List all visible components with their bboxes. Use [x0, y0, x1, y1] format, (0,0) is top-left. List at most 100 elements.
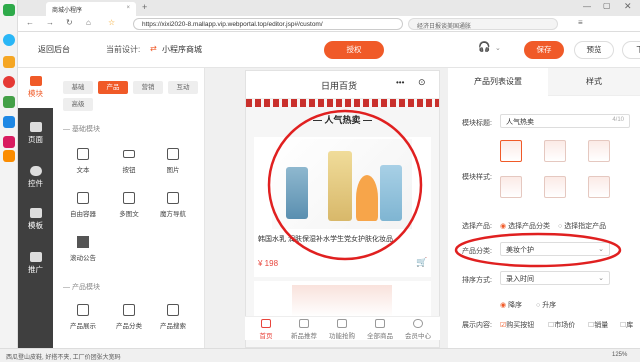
radio-desc[interactable]: ◉ 降序 [500, 300, 522, 310]
widget-free-container[interactable]: 自由容器 [63, 192, 103, 218]
widget-multi-image-text[interactable]: 多图文 [109, 192, 149, 218]
sidebar-app-icon[interactable] [3, 34, 15, 46]
style-option-2[interactable] [544, 140, 566, 162]
style-option-4[interactable] [500, 176, 522, 198]
close-window-icon[interactable]: ✕ [624, 1, 632, 12]
sidebar-app-icon[interactable] [3, 136, 15, 148]
tab-marketing[interactable]: 营销 [133, 81, 163, 94]
bottom-tab-flash-sale[interactable]: 功能抢购 [323, 319, 361, 340]
reload-icon[interactable]: ↻ [66, 18, 73, 27]
home-icon[interactable]: ⌂ [86, 18, 91, 27]
phone-preview: 日用百货 ••• ⊙ — 人气热卖 — 韩国水乳 润肤保湿补水学生党女护肤化妆品… [245, 70, 440, 348]
save-button[interactable]: 保存 [524, 41, 564, 59]
widget-panel: 基础 产品 营销 互动 高级 — 基础模块 文本 按钮 图片 自由容器 多图文 … [53, 68, 205, 348]
sort-select[interactable]: 录入时间 ⌄ [500, 271, 610, 285]
browser-logo-icon[interactable] [3, 4, 15, 16]
module-style-label: 模块样式: [462, 174, 492, 181]
chevron-down-icon[interactable]: ⌄ [495, 44, 501, 52]
nav-modules[interactable]: 模块 [18, 68, 53, 108]
publish-button[interactable]: 授权 [324, 41, 384, 59]
phone-bottom-nav: 首页 新品推荐 功能抢购 全部商品 会员中心 [245, 316, 440, 340]
nav-templates[interactable]: 模板 [18, 208, 53, 231]
tab-product-list-settings[interactable]: 产品列表设置 [448, 68, 548, 96]
star-icon[interactable]: ☆ [108, 18, 115, 27]
support-icon[interactable]: 🎧 [478, 42, 490, 53]
search-field[interactable]: 经济日报谈美国通胀 [408, 18, 558, 30]
tab-label: 新品推荐 [291, 333, 317, 340]
maximize-icon[interactable]: ▢ [603, 1, 611, 10]
tab-advanced[interactable]: 高级 [63, 98, 93, 111]
nav-promotion[interactable]: 推广 [18, 252, 53, 275]
sidebar-app-icon[interactable] [3, 150, 15, 162]
nav-pages[interactable]: 页面 [18, 122, 53, 145]
radio-checked-icon: ◉ [500, 302, 507, 309]
section-product-title: — 产品模块 [63, 284, 100, 291]
minimize-icon[interactable]: — [583, 2, 591, 11]
module-title-input[interactable]: 人气热卖 4/10 [500, 114, 630, 128]
widget-scroll-notice[interactable]: 滚动公告 [63, 236, 103, 262]
widget-product-category[interactable]: 产品分类 [109, 304, 149, 330]
nav-controls[interactable]: 控件 [18, 166, 53, 189]
toggle-icon [29, 166, 42, 176]
widget-cube-nav[interactable]: 魔方导航 [153, 192, 193, 218]
bottom-tab-all-products[interactable]: 全部商品 [361, 319, 399, 340]
menu-icon[interactable]: ≡ [578, 18, 583, 27]
banner-strip [246, 99, 439, 107]
forward-icon[interactable]: → [46, 18, 54, 27]
checkbox-sales[interactable]: ☐销量 [588, 320, 608, 330]
tab-style[interactable]: 样式 [548, 68, 640, 96]
nav-label: 模板 [28, 221, 43, 230]
style-option-1[interactable] [500, 140, 522, 162]
bottom-tab-member[interactable]: 会员中心 [399, 319, 437, 340]
style-option-3[interactable] [588, 140, 610, 162]
checkbox-buy-button[interactable]: ☑购买按钮 [500, 320, 534, 330]
widget-label: 魔方导航 [160, 211, 186, 218]
widget-text[interactable]: 文本 [63, 148, 103, 174]
status-text: 西瓜登山皮鞋, 好搭不夹, 工厂价团张大宽码 [6, 355, 121, 361]
close-icon[interactable]: × [126, 5, 130, 11]
sidebar-app-icon[interactable] [3, 96, 15, 108]
widget-image[interactable]: 图片 [153, 148, 193, 174]
chevron-down-icon: ⌄ [598, 275, 604, 282]
checkbox-stock[interactable]: ☐库 [620, 320, 633, 330]
back-to-admin-link[interactable]: 返回后台 [38, 44, 70, 55]
widget-product-search[interactable]: 产品搜索 [153, 304, 193, 330]
design-selector-icon[interactable]: ⇄ [150, 44, 157, 53]
browser-tab[interactable]: 商城小程序 × [46, 2, 136, 16]
widget-button[interactable]: 按钮 [109, 148, 149, 174]
preview-button[interactable]: 预览 [574, 41, 614, 59]
radio-unchecked-icon: ○ [536, 302, 541, 309]
zoom-level[interactable]: 125% [612, 352, 627, 358]
sidebar-app-icon[interactable] [3, 116, 15, 128]
text-icon [77, 148, 89, 160]
checkbox-market-price[interactable]: ☐市场价 [548, 320, 575, 330]
product-card-2[interactable] [254, 281, 431, 317]
tab-label: 首页 [259, 333, 273, 340]
back-icon[interactable]: ← [26, 18, 34, 27]
target-icon[interactable]: ⊙ [418, 77, 426, 88]
sidebar-app-icon[interactable] [3, 56, 15, 68]
widget-label: 图片 [166, 167, 180, 174]
widget-label: 产品展示 [70, 323, 96, 330]
new-tab-icon[interactable]: + [142, 2, 147, 12]
url-field[interactable]: https://xixi2020-8.mallapp.vip.webportal… [133, 18, 403, 30]
bottom-tab-new[interactable]: 新品推荐 [285, 319, 323, 340]
product-display-icon [77, 304, 89, 316]
tab-basic[interactable]: 基础 [63, 81, 93, 94]
bottom-tab-home[interactable]: 首页 [247, 319, 285, 340]
widget-product-display[interactable]: 产品展示 [63, 304, 103, 330]
more-dots-icon[interactable]: ••• [396, 78, 404, 87]
product-image-2 [292, 285, 392, 317]
widget-label: 滚动公告 [70, 255, 96, 262]
sidebar-app-icon[interactable] [3, 76, 15, 88]
multi-image-icon [123, 192, 135, 204]
style-option-6[interactable] [588, 176, 610, 198]
tab-interactive[interactable]: 互动 [168, 81, 198, 94]
more-button[interactable]: 下 [622, 41, 640, 59]
style-option-5[interactable] [544, 176, 566, 198]
nav-label: 页面 [28, 135, 43, 144]
tab-product[interactable]: 产品 [98, 81, 128, 94]
current-design-value[interactable]: 小程序商城 [162, 44, 202, 55]
radio-asc[interactable]: ○ 升序 [536, 300, 556, 310]
tab-bar: 商城小程序 × + — ▢ ✕ [18, 0, 640, 16]
